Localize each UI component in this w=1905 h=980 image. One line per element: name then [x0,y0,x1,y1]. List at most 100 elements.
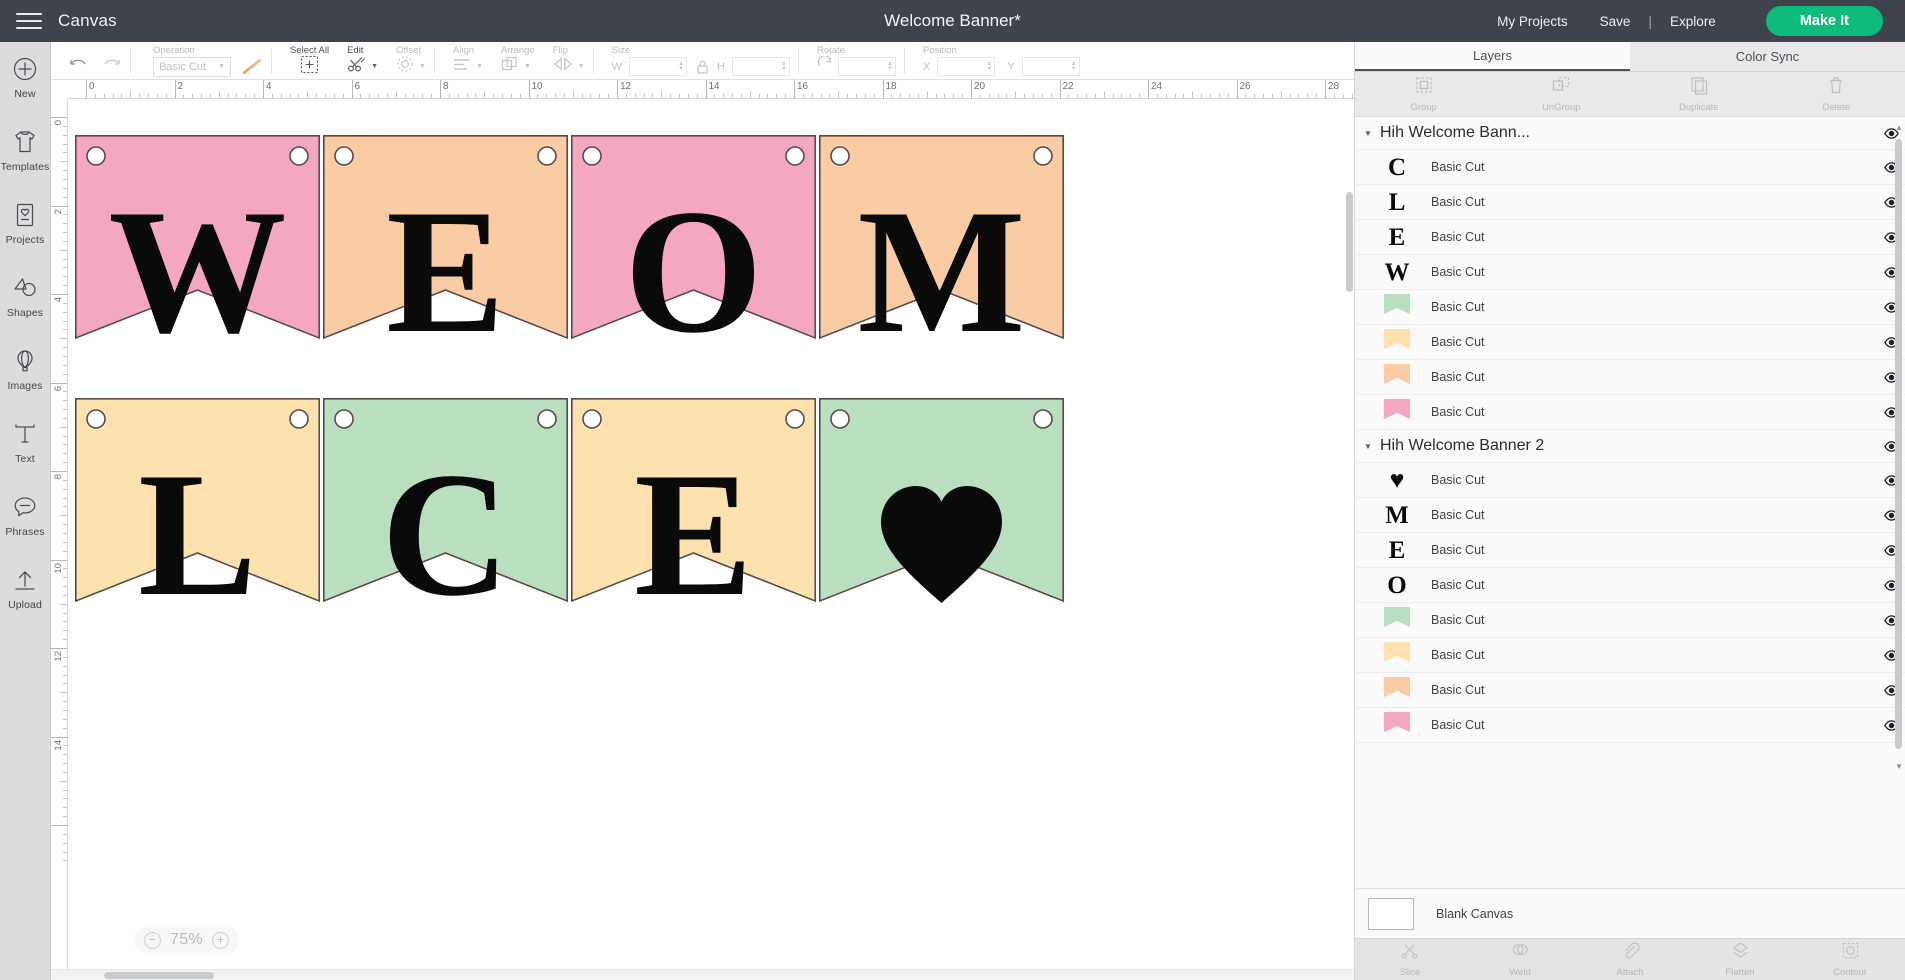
canvas-label: Canvas [58,11,117,31]
layer-thumbnail: C [1377,153,1417,181]
explore-link[interactable]: Explore [1654,14,1732,29]
make-it-button[interactable]: Make It [1766,6,1883,36]
edit-scissors-icon[interactable] [347,55,366,78]
layer-row[interactable]: Basic Cut [1355,638,1905,673]
tab-color-sync[interactable]: Color Sync [1630,42,1905,71]
layer-row[interactable]: WBasic Cut [1355,255,1905,290]
layer-row[interactable]: Basic Cut [1355,325,1905,360]
layer-row[interactable]: EBasic Cut [1355,533,1905,568]
banner-flag[interactable]: M [819,135,1064,400]
layer-row[interactable]: OBasic Cut [1355,568,1905,603]
size-width-input[interactable]: ▲▼ [629,57,687,76]
layer-name: Basic Cut [1431,508,1877,522]
flatten-button[interactable]: Flatten [1685,941,1795,978]
undo-arrow-icon[interactable] [68,56,88,78]
layers-scroll-up-icon[interactable]: ▲ [1895,123,1903,132]
duplicate-button[interactable]: Duplicate [1630,75,1768,113]
sidebar-item-shapes[interactable]: Shapes [0,275,51,348]
blank-canvas-row[interactable]: Blank Canvas [1355,888,1905,938]
layer-group-row[interactable]: ▼Hih Welcome Bann... [1355,117,1905,150]
layer-row[interactable]: EBasic Cut [1355,220,1905,255]
layer-name: Basic Cut [1431,578,1877,592]
svg-text:C: C [381,435,510,633]
group-button[interactable]: Group [1355,75,1493,113]
layer-row[interactable]: MBasic Cut [1355,498,1905,533]
sidebar-item-label: Projects [6,234,45,246]
delete-button[interactable]: Delete [1768,75,1905,113]
sidebar-item-projects[interactable]: Projects [0,202,51,275]
weld-button[interactable]: Weld [1465,941,1575,978]
rotate-input[interactable]: ▲▼ [838,57,896,76]
offset-icon[interactable] [396,55,414,78]
paperclip-icon [1621,941,1640,965]
banner-flag[interactable]: C [323,398,568,663]
flatten-icon [1731,941,1750,965]
banner-flag[interactable]: E [571,398,816,663]
layer-name: Basic Cut [1431,648,1877,662]
layer-row[interactable]: L Basic Cut [1355,185,1905,220]
layer-row[interactable]: Basic Cut [1355,395,1905,430]
panel-bottom-label: Slice [1400,967,1421,978]
banner-flag[interactable]: O [571,135,816,400]
chevron-down-icon[interactable]: ▼ [1360,442,1376,451]
panel-bottom-label: Attach [1617,967,1644,978]
contour-button[interactable]: Contour [1795,941,1905,978]
artboard[interactable]: WEOM LCE [68,99,1354,980]
layer-glyph: E [1389,225,1406,250]
sidebar-item-upload[interactable]: Upload [0,567,51,640]
save-link[interactable]: Save [1584,14,1647,29]
sidebar-item-new[interactable]: New [0,56,51,129]
layer-flag-swatch [1382,293,1412,321]
layer-flag-swatch [1382,328,1412,356]
arrange-icon[interactable] [501,56,519,78]
zoom-in-button[interactable]: + [212,932,229,949]
attach-button[interactable]: Attach [1575,941,1685,978]
redo-arrow-icon[interactable] [102,56,122,78]
sidebar-item-phrases[interactable]: Phrases [0,494,51,567]
layer-group-row[interactable]: ▼Hih Welcome Banner 2 [1355,430,1905,463]
hamburger-menu-icon[interactable] [0,0,58,42]
chevron-down-icon[interactable]: ▼ [1360,129,1376,138]
layers-list[interactable]: ▲ ▼ ▼Hih Welcome Bann...CBasic CutLBasic… [1355,117,1905,888]
flip-group: Flip ▼ [544,41,594,79]
zoom-out-button[interactable]: − [144,932,161,949]
layers-scrollbar[interactable] [1895,139,1902,749]
banner-flag[interactable] [819,398,1064,663]
panel-bottom-label: Flatten [1725,967,1754,978]
layer-row[interactable]: Basic Cut [1355,708,1905,743]
layer-row[interactable]: CBasic Cut [1355,150,1905,185]
banner-flag[interactable]: W [75,135,320,400]
sidebar-item-label: New [14,88,35,100]
layer-row[interactable]: ♥Basic Cut [1355,463,1905,498]
my-projects-link[interactable]: My Projects [1481,14,1584,29]
canvas-horizontal-scrollbar[interactable] [51,969,1354,980]
banner-flag[interactable]: E [323,135,568,400]
layer-row[interactable]: Basic Cut [1355,290,1905,325]
operation-select[interactable]: Basic Cut ▼ [153,57,231,77]
canvas-vertical-scrollbar[interactable] [1345,192,1354,852]
rotate-icon[interactable] [817,56,834,78]
position-y-input[interactable]: ▲▼ [1022,57,1080,76]
sidebar-item-text[interactable]: Text [0,421,51,494]
flip-icon[interactable] [553,56,573,77]
sidebar-item-templates[interactable]: Templates [0,129,51,202]
layer-name: Basic Cut [1431,195,1877,209]
layer-glyph: L [1389,190,1406,215]
size-height-input[interactable]: ▲▼ [732,57,790,76]
layers-scroll-down-icon[interactable]: ▼ [1895,762,1903,771]
layer-row[interactable]: Basic Cut [1355,360,1905,395]
pen-color-icon[interactable] [242,59,261,75]
align-icon[interactable] [453,57,471,77]
select-all-icon[interactable] [300,55,319,79]
position-x-label: X [923,61,930,73]
slice-button[interactable]: Slice [1355,941,1465,978]
ungroup-button[interactable]: UnGroup [1493,75,1631,113]
position-x-input[interactable]: ▲▼ [937,57,995,76]
banner-flag[interactable]: L [75,398,320,663]
tab-layers[interactable]: Layers [1355,42,1630,71]
layer-row[interactable]: Basic Cut [1355,673,1905,708]
layer-row[interactable]: Basic Cut [1355,603,1905,638]
sidebar-item-images[interactable]: Images [0,348,51,421]
lock-icon[interactable] [691,60,713,74]
shapes-icon [12,275,38,301]
